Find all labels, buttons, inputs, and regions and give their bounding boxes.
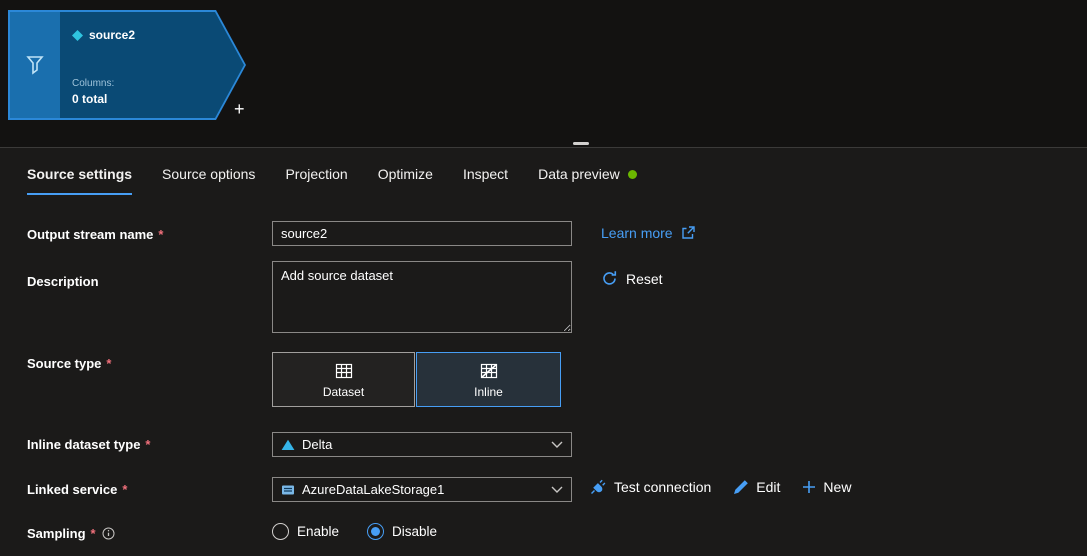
required-marker: * [158,227,164,242]
inline-dataset-type-dropdown[interactable]: Delta [272,432,572,457]
source-type-label: Source type * [27,356,112,371]
required-marker: * [90,526,96,541]
sampling-radio-group: Enable Disable [272,523,437,540]
chevron-down-icon [551,486,563,493]
required-marker: * [122,482,128,497]
settings-tabbar: Source settings Source options Projectio… [27,166,637,195]
radio-unselected[interactable] [272,523,289,540]
output-stream-name-label: Output stream name * [27,227,164,242]
reset-button[interactable]: Reset [601,270,663,287]
data-preview-status-dot [627,169,637,179]
columns-value: 0 total [72,92,108,106]
source-type-dataset-button[interactable]: Dataset [272,352,415,407]
edit-button[interactable]: Edit [733,479,780,495]
node-name: source2 [89,28,136,42]
output-stream-name-input[interactable] [272,221,572,246]
node-columns: Columns: 0 total [72,78,114,106]
node-title: source2 [72,28,135,42]
chevron-down-icon [551,441,563,448]
tab-inspect[interactable]: Inspect [463,166,508,195]
source-node-strip [10,12,60,118]
plug-icon [589,478,607,496]
linked-service-actions: Test connection Edit New [589,478,851,496]
dataset-diamond-icon [72,30,83,41]
tab-data-preview[interactable]: Data preview [538,166,637,195]
tab-projection[interactable]: Projection [285,166,347,195]
pencil-icon [733,479,749,495]
source-type-inline-button[interactable]: Inline [416,352,561,407]
tab-source-settings[interactable]: Source settings [27,166,133,195]
inline-dataset-type-label: Inline dataset type * [27,437,151,452]
tab-optimize[interactable]: Optimize [378,166,433,195]
sampling-enable-option[interactable]: Enable [272,523,339,540]
linked-service-dropdown[interactable]: AzureDataLakeStorage1 [272,477,572,502]
test-connection-button[interactable]: Test connection [589,478,711,496]
sampling-disable-option[interactable]: Disable [367,523,437,540]
external-link-icon [681,226,695,240]
linked-service-label: Linked service * [27,482,128,497]
learn-more-link[interactable]: Learn more [601,225,695,241]
description-textarea[interactable]: Add source dataset [272,261,572,333]
source-node-body: source2 Columns: 0 total [10,12,244,118]
data-lake-storage-icon [281,483,295,497]
table-icon [334,361,354,381]
description-label: Description [27,274,99,289]
funnel-source-icon [25,54,45,76]
dataflow-canvas[interactable]: source2 Columns: 0 total + [0,0,1087,148]
info-icon[interactable] [102,527,115,540]
tab-source-options[interactable]: Source options [162,166,255,195]
source-node[interactable]: source2 Columns: 0 total [8,10,246,120]
panel-resize-handle[interactable] [573,142,589,145]
required-marker: * [106,356,112,371]
add-transformation-button[interactable]: + [234,100,245,118]
columns-caption: Columns: [72,78,115,89]
table-slash-icon [479,361,499,381]
sampling-label: Sampling * [27,526,115,541]
plus-icon [802,480,816,494]
reset-icon [601,270,618,287]
new-button[interactable]: New [802,479,851,495]
delta-icon [281,439,295,451]
radio-selected[interactable] [367,523,385,540]
required-marker: * [145,437,151,452]
